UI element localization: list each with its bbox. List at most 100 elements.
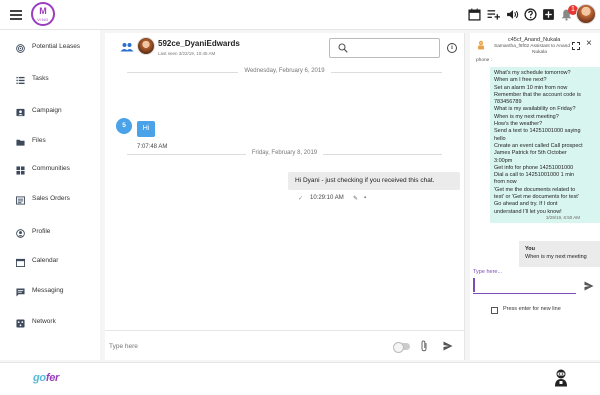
user-message-text: When is my next meeting (525, 254, 587, 260)
sidebar-item-label: Potential Leases (32, 43, 81, 50)
assistant-message-line: Set an alarm 10 min from now (494, 84, 568, 91)
grid-icon (16, 166, 25, 175)
input-cursor (473, 278, 475, 292)
sidebar-item-label: Messaging (32, 287, 64, 294)
sender-avatar[interactable]: 5 (116, 118, 132, 134)
sidebar-item-label: Calendar (32, 257, 59, 264)
check-icon: ✓ (298, 196, 304, 202)
brand-part: go (33, 372, 46, 384)
message-list: Wednesday, February 6, 2019 5 Hi 7:07:48… (105, 63, 465, 330)
sidebar-item-label: Communities (32, 165, 70, 172)
edit-icon[interactable]: ✎ (353, 195, 358, 202)
gofer-logo[interactable]: gofer (33, 372, 59, 384)
person-icon (16, 229, 25, 238)
sidebar-item-label: Profile (32, 228, 51, 235)
playlist-add-icon[interactable] (487, 8, 500, 21)
message-input[interactable] (109, 339, 379, 353)
user-avatar[interactable] (576, 4, 596, 24)
sidebar-item-calendar[interactable]: Calendar (0, 255, 100, 271)
assistant-message-line: Create an event called Call prospect (494, 142, 583, 149)
sidebar: Potential Leases Tasks Campaign Files Co… (0, 30, 100, 360)
assistant-message-line: Dial a call to 14251001000 1 min (494, 172, 575, 179)
message-composer (105, 330, 465, 360)
sidebar-item-tasks[interactable]: Tasks (0, 73, 100, 89)
receipt-icon (16, 196, 25, 205)
sidebar-item-potential-leases[interactable]: Potential Leases (0, 41, 100, 57)
send-icon[interactable] (584, 281, 594, 291)
sidebar-item-sales-orders[interactable]: Sales Orders (0, 193, 100, 209)
enter-newline-label: Press enter for new line (503, 306, 561, 312)
assistant-input-label: Type here... (473, 269, 503, 275)
sidebar-item-campaign[interactable]: Campaign (0, 105, 100, 121)
date-separator-label: Friday, February 8, 2019 (245, 150, 324, 156)
chat-icon (16, 288, 25, 297)
sidebar-item-network[interactable]: Network (0, 316, 100, 332)
search-input[interactable] (352, 42, 436, 55)
info-icon[interactable]: i (447, 43, 457, 53)
add-box-icon[interactable] (542, 8, 555, 21)
sidebar-item-label: Files (32, 137, 46, 144)
incoming-message: Hi (137, 121, 155, 137)
volume-icon[interactable] (506, 8, 519, 21)
help-icon[interactable] (524, 8, 537, 21)
assistant-name: c45cf_Anand_Nukala (508, 37, 561, 43)
search-box[interactable] (329, 38, 440, 58)
sidebar-item-label: Tasks (32, 75, 49, 82)
assistant-message: What's my schedule tomorrow? When am I f… (490, 67, 600, 223)
assistant-phone-label: phone : (476, 58, 493, 63)
assistant-input[interactable] (473, 278, 576, 294)
enter-newline-checkbox[interactable] (491, 307, 498, 314)
contact-avatar[interactable] (137, 37, 155, 55)
assistant-message-line: James Patrick for 5th October (494, 150, 567, 157)
send-icon[interactable] (443, 341, 453, 351)
sidebar-item-messaging[interactable]: Messaging (0, 285, 100, 301)
assistant-subtitle-cont: Nukala (532, 50, 547, 55)
chat-header: 592ce_DyaniEdwards Last seen 3/22/19, 10… (105, 33, 465, 63)
footer: gofer (0, 362, 600, 395)
outgoing-message: Hi Dyani - just checking if you received… (288, 172, 460, 190)
toggle-switch[interactable] (393, 341, 410, 353)
sidebar-item-profile[interactable]: Profile (0, 226, 100, 242)
sidebar-item-label: Sales Orders (32, 195, 70, 202)
bot-icon (478, 40, 484, 50)
assistant-message-line: Go ahead and try. If I dont (494, 201, 558, 208)
outgoing-message-time: 10:29:10 AM (310, 195, 344, 201)
top-bar: M VIND 1 (0, 0, 600, 30)
calendar-icon (16, 258, 25, 267)
assistant-message-line: 783456789 (494, 99, 522, 106)
delete-icon[interactable]: ▪ (364, 195, 366, 201)
chat-panel: 592ce_DyaniEdwards Last seen 3/22/19, 10… (105, 33, 465, 360)
search-icon (338, 43, 348, 53)
contact-card-icon (16, 108, 25, 117)
menu-icon[interactable] (10, 10, 22, 20)
assistant-message-line: 3:00pm (494, 157, 513, 164)
date-separator: Friday, February 8, 2019 (127, 150, 442, 158)
calendar-icon[interactable] (468, 8, 481, 21)
assistant-message-line: hello (494, 135, 506, 142)
assistant-message-line: from now (494, 179, 517, 186)
network-icon (16, 319, 25, 328)
attachment-icon[interactable] (419, 340, 429, 352)
app-logo[interactable]: M VIND (31, 2, 55, 26)
assistant-message-line: test' or 'Get me documents for test' (494, 194, 579, 201)
brand-part: fer (45, 372, 60, 384)
assistant-message-line: What's my schedule tomorrow? (494, 70, 571, 76)
logo-subtext: VIND (37, 17, 49, 22)
sidebar-item-communities[interactable]: Communities (0, 163, 100, 179)
assistant-message-line: 'Get me the documents related to (494, 186, 576, 193)
user-message: You When is my next meeting (519, 241, 600, 267)
folder-icon (16, 139, 25, 146)
sidebar-item-label: Network (32, 318, 56, 325)
fullscreen-icon[interactable] (572, 42, 580, 50)
assistant-message-line: Remember that the account code is (494, 91, 581, 98)
assistant-message-line: When is my next meeting? (494, 113, 559, 120)
assistant-bot-icon[interactable] (553, 369, 569, 387)
list-icon (16, 76, 25, 85)
sidebar-item-files[interactable]: Files (0, 135, 100, 151)
user-message-sender: You (525, 246, 535, 252)
group-icon (120, 43, 134, 52)
assistant-message-line: What is my availability on Friday? (494, 106, 576, 113)
sidebar-item-label: Campaign (32, 107, 62, 114)
close-icon[interactable]: × (586, 39, 592, 49)
last-seen-text: Last seen 3/22/19, 10:45 AM (158, 51, 216, 56)
